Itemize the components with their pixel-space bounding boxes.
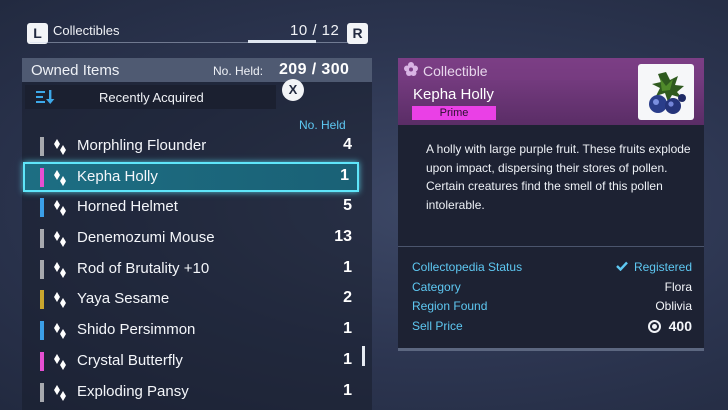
sparkle-icon: [54, 292, 66, 309]
detail-bottom-bar: [398, 348, 704, 351]
region-label: Region Found: [412, 299, 488, 313]
category-value: Flora: [664, 279, 692, 294]
item-name: Morphling Flounder: [77, 137, 207, 154]
sparkle-icon: [54, 169, 66, 186]
price-row: Sell Price 400: [412, 317, 692, 337]
item-quantity: 1: [343, 258, 352, 276]
list-item[interactable]: Yaya Sesame 2: [22, 284, 362, 315]
held-label: No. Held:: [213, 64, 264, 78]
check-icon: [616, 261, 628, 271]
page-progress-indicator: [248, 40, 316, 43]
list-scrollbar[interactable]: [362, 346, 365, 366]
price-value: 400: [647, 318, 692, 334]
item-name: Horned Helmet: [77, 198, 178, 216]
sparkle-icon: [54, 261, 66, 278]
detail-item-name: Kepha Holly: [413, 86, 494, 103]
sort-icon: [25, 85, 65, 109]
list-item[interactable]: Rod of Brutality +10 1: [22, 254, 362, 285]
owned-items-title: Owned Items: [31, 62, 120, 79]
item-quantity: 4: [343, 136, 352, 153]
item-quantity: 2: [343, 289, 352, 307]
list-item[interactable]: Morphling Flounder 4: [22, 131, 362, 162]
region-value: Oblivia: [655, 299, 692, 313]
detail-divider: [398, 246, 704, 247]
collectopedia-row: Collectopedia Status Registered: [412, 258, 692, 278]
detail-description: A holly with large purple fruit. These f…: [426, 142, 691, 212]
sparkle-icon: [54, 353, 66, 370]
item-name: Kepha Holly: [77, 167, 158, 185]
item-name: Yaya Sesame: [77, 290, 170, 308]
rarity-bar: [40, 259, 44, 279]
list-item[interactable]: Shido Persimmon 1: [22, 315, 362, 346]
r-button[interactable]: R: [347, 23, 368, 44]
owned-items-header: Owned Items No. Held: 209 / 300: [22, 58, 372, 82]
list-item[interactable]: Denemozumi Mouse 13: [22, 223, 362, 254]
item-name: Exploding Pansy: [77, 382, 189, 400]
region-row: Region Found Oblivia: [412, 297, 692, 317]
price-label: Sell Price: [412, 318, 463, 333]
list-item[interactable]: Crystal Butterfly 1: [22, 346, 362, 377]
x-button[interactable]: X: [282, 79, 304, 101]
rarity-bar: [40, 382, 44, 402]
rarity-bar: [40, 137, 44, 156]
sparkle-icon: [54, 200, 66, 217]
rarity-bar: [40, 167, 44, 187]
flower-icon: [404, 62, 418, 76]
prime-badge: Prime: [412, 106, 496, 120]
rarity-bar: [40, 351, 44, 371]
detail-stats: Collectopedia Status Registered Category…: [412, 258, 692, 336]
list-item-selected[interactable]: Kepha Holly 1: [23, 161, 359, 193]
holly-berry-icon: [638, 64, 694, 120]
rarity-bar: [40, 229, 44, 249]
rarity-bar: [40, 290, 44, 310]
item-quantity: 1: [343, 381, 352, 399]
sparkle-icon: [54, 384, 66, 401]
page-title: Collectibles: [53, 23, 120, 38]
coin-icon: [647, 319, 661, 333]
item-quantity: 1: [343, 350, 352, 368]
sparkle-icon: [54, 139, 66, 155]
item-name: Crystal Butterfly: [77, 351, 183, 369]
list-item[interactable]: Exploding Pansy 1: [22, 377, 362, 408]
list-item[interactable]: Horned Helmet 5: [22, 192, 362, 223]
sparkle-icon: [54, 231, 66, 248]
collectopedia-value: Registered: [616, 260, 692, 274]
item-name: Denemozumi Mouse: [77, 229, 215, 247]
item-quantity: 13: [334, 228, 352, 246]
l-button[interactable]: L: [27, 23, 48, 44]
item-detail-panel: Collectible Kepha Holly Prime A holly wi…: [398, 58, 704, 348]
item-quantity: 1: [343, 320, 352, 338]
detail-type-label: Collectible: [423, 63, 488, 79]
item-quantity: 1: [340, 166, 349, 184]
held-value: 209 / 300: [279, 61, 350, 78]
category-row: Category Flora: [412, 278, 692, 298]
item-name: Rod of Brutality +10: [77, 259, 210, 277]
rarity-bar: [40, 321, 44, 341]
sort-selector[interactable]: Recently Acquired: [25, 85, 276, 109]
item-name: Shido Persimmon: [77, 321, 196, 339]
item-quantity: 5: [343, 197, 352, 215]
sort-label: Recently Acquired: [99, 90, 204, 105]
collectopedia-label: Collectopedia Status: [412, 260, 523, 274]
no-held-column-header: No. Held: [299, 118, 346, 132]
detail-header: Collectible Kepha Holly Prime: [398, 58, 704, 125]
sparkle-icon: [54, 323, 66, 340]
item-list: Morphling Flounder 4 Kepha Holly 1 Horned He…: [22, 131, 362, 407]
page-counter: 10 / 12: [290, 22, 340, 39]
category-label: Category: [412, 279, 461, 294]
rarity-bar: [40, 198, 44, 218]
